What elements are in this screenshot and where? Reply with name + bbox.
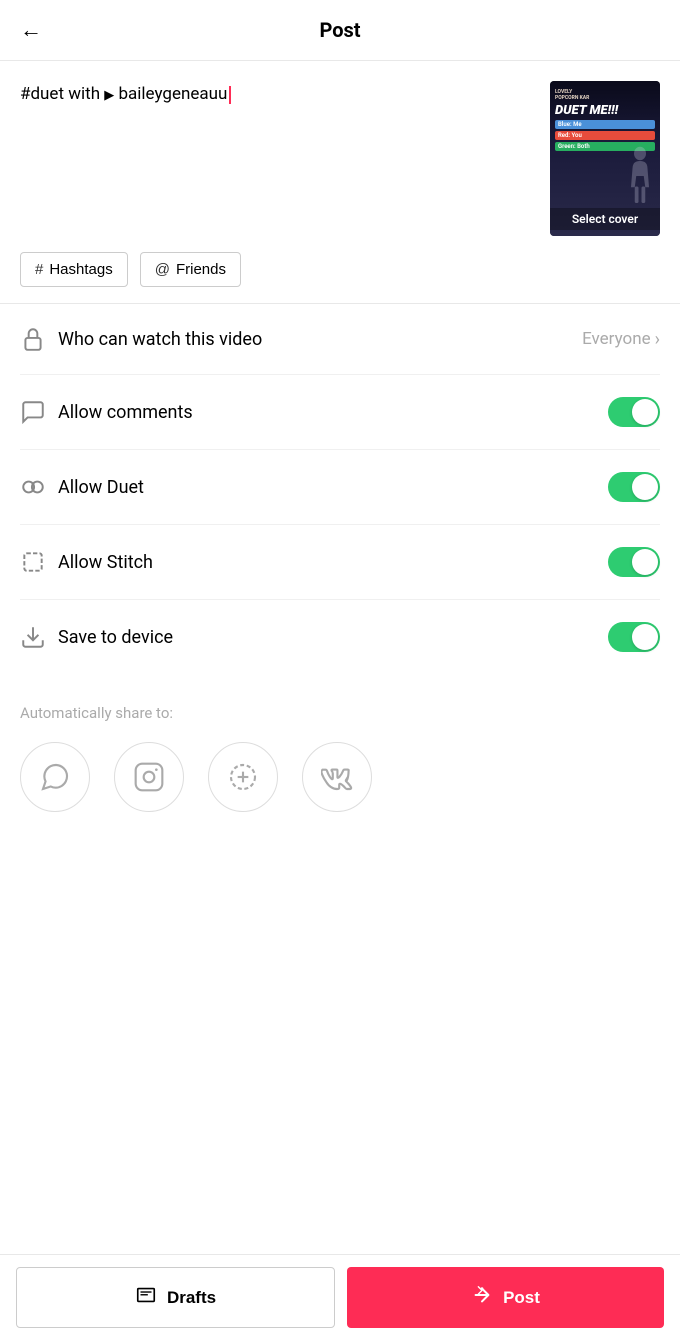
instagram-icon	[133, 761, 165, 793]
share-icons-row	[20, 742, 660, 812]
drafts-svg	[135, 1284, 157, 1306]
friends-button[interactable]: @ Friends	[140, 252, 241, 287]
video-overlay-text: LOVELY POPCORN KAR DUET ME!!! Blue: Me R…	[555, 89, 655, 151]
tiktok-share-icon	[227, 761, 259, 793]
drafts-button[interactable]: Drafts	[16, 1267, 335, 1328]
color-tag-blue: Blue: Me	[555, 120, 655, 129]
tags-row: # Hashtags @ Friends	[0, 252, 680, 303]
hashtag-prefix: #duet with	[20, 84, 104, 104]
who-can-watch-value: Everyone	[582, 329, 651, 349]
save-to-device-label: Save to device	[58, 627, 608, 648]
vk-icon	[321, 761, 353, 793]
username-text: baileygeneauu	[114, 84, 227, 104]
allow-comments-toggle[interactable]	[608, 397, 660, 427]
duet-icon	[20, 474, 58, 500]
video-thumbnail[interactable]: LOVELY POPCORN KAR DUET ME!!! Blue: Me R…	[550, 81, 660, 236]
friends-label: Friends	[176, 261, 226, 278]
drafts-icon	[135, 1284, 157, 1311]
allow-comments-row: Allow comments	[20, 375, 660, 450]
color-tag-red: Red: You	[555, 131, 655, 140]
vk-button[interactable]	[302, 742, 372, 812]
bottom-spacer	[0, 832, 680, 932]
whatsapp-button[interactable]	[20, 742, 90, 812]
allow-duet-row: Allow Duet	[20, 450, 660, 525]
caption-area: #duet with ▶ baileygeneauu LOVELY POPCOR…	[0, 61, 680, 252]
save-to-device-toggle[interactable]	[608, 622, 660, 652]
toggle-knob-2	[632, 474, 658, 500]
caption-input-area[interactable]: #duet with ▶ baileygeneauu	[20, 81, 534, 108]
post-button[interactable]: Post	[347, 1267, 664, 1328]
allow-stitch-row: Allow Stitch	[20, 525, 660, 600]
stitch-icon	[20, 549, 58, 575]
tiktok-share-button[interactable]	[208, 742, 278, 812]
allow-stitch-toggle[interactable]	[608, 547, 660, 577]
cursor-bar	[229, 86, 231, 104]
lock-icon	[20, 326, 58, 352]
comment-icon	[20, 399, 58, 425]
download-icon	[20, 624, 58, 650]
back-button[interactable]: ←	[20, 17, 42, 43]
share-section: Automatically share to:	[0, 674, 680, 832]
save-to-device-row: Save to device	[20, 600, 660, 674]
post-label: Post	[503, 1288, 540, 1308]
hashtags-button[interactable]: # Hashtags	[20, 252, 128, 287]
hashtags-label: Hashtags	[49, 261, 112, 278]
whatsapp-icon	[39, 761, 71, 793]
stitch-svg	[20, 549, 46, 575]
share-label: Automatically share to:	[20, 704, 660, 722]
post-svg	[471, 1284, 493, 1306]
bottom-bar: Drafts Post	[0, 1254, 680, 1344]
lock-svg	[20, 326, 46, 352]
allow-comments-label: Allow comments	[58, 402, 608, 423]
header: ← Post	[0, 0, 680, 61]
play-icon: ▶	[104, 88, 114, 103]
instagram-button[interactable]	[114, 742, 184, 812]
overlay-popcorn: POPCORN KAR	[555, 95, 655, 101]
person-silhouette-icon	[625, 146, 655, 206]
duet-svg	[20, 474, 46, 500]
allow-duet-toggle[interactable]	[608, 472, 660, 502]
toggle-knob-4	[632, 624, 658, 650]
overlay-duet-me: DUET ME!!!	[555, 103, 655, 118]
who-can-watch-row[interactable]: Who can watch this video Everyone ›	[20, 304, 660, 375]
chevron-right-icon: ›	[655, 329, 660, 350]
drafts-label: Drafts	[167, 1288, 216, 1308]
comment-svg	[20, 399, 46, 425]
settings-list: Who can watch this video Everyone › Allo…	[0, 304, 680, 674]
toggle-knob-3	[632, 549, 658, 575]
download-svg	[20, 624, 46, 650]
who-can-watch-label: Who can watch this video	[58, 329, 582, 350]
select-cover-label[interactable]: Select cover	[550, 208, 660, 230]
allow-duet-label: Allow Duet	[58, 477, 608, 498]
post-icon	[471, 1284, 493, 1311]
hashtag-icon: #	[35, 261, 43, 278]
allow-stitch-label: Allow Stitch	[58, 552, 608, 573]
page-title: Post	[319, 18, 360, 42]
toggle-knob	[632, 399, 658, 425]
at-icon: @	[155, 261, 170, 278]
